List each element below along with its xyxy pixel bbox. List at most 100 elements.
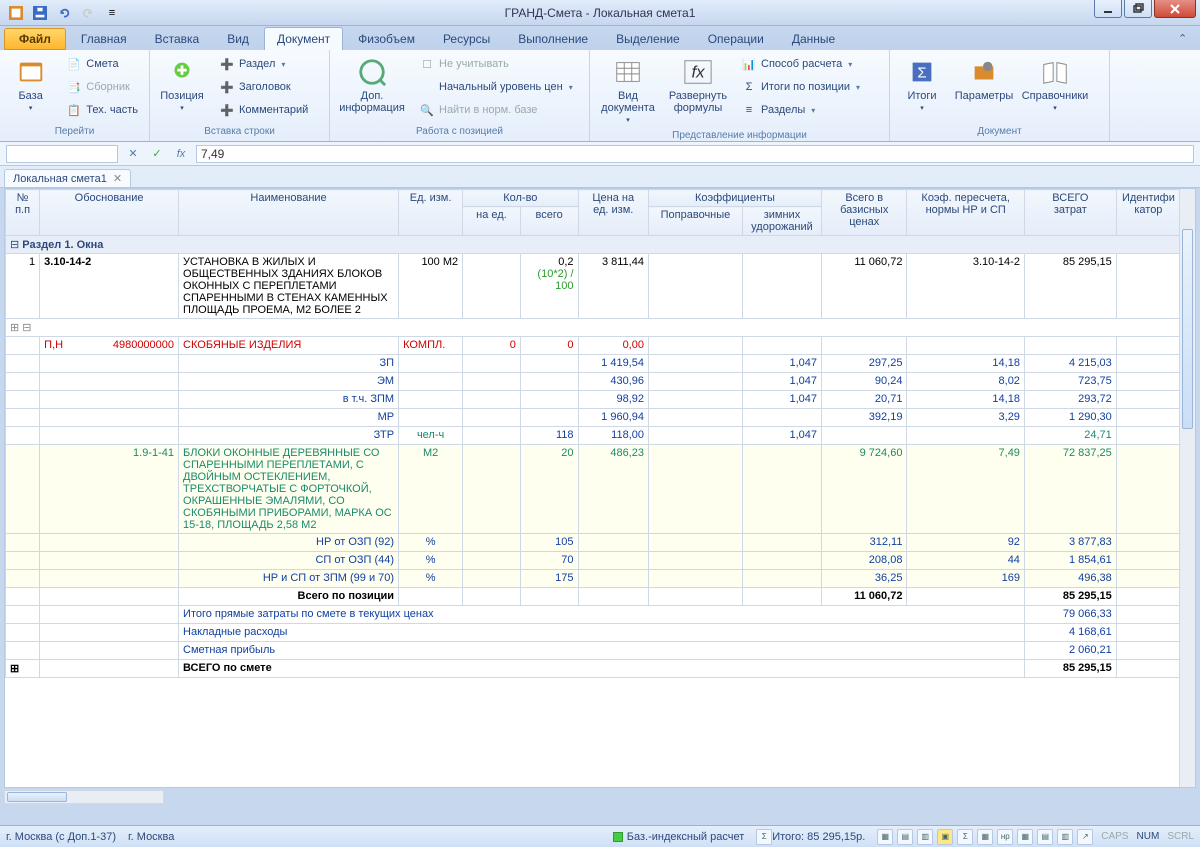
undo-icon[interactable] [54,3,74,23]
status-icon[interactable]: ▦ [977,829,993,845]
cancel-formula-icon[interactable]: ✕ [124,145,142,163]
document-tab[interactable]: Локальная смета1 ✕ [4,169,131,187]
tab-operations[interactable]: Операции [695,27,777,50]
table-row[interactable]: Всего по позиции11 060,7285 295,15 [6,588,1181,606]
accept-formula-icon[interactable]: ✓ [148,145,166,163]
expand-row[interactable]: ⊞ ⊟ [6,319,1181,337]
group-label: Документ [890,126,1109,141]
formula-input[interactable]: 7,49 [196,145,1194,163]
status-icon[interactable]: ▤ [1037,829,1053,845]
status-icon[interactable]: ▥ [917,829,933,845]
status-icon[interactable]: ▥ [1057,829,1073,845]
window-buttons [1094,0,1196,18]
grid-header: № п.п Обоснование Наименование Ед. изм. … [6,190,1181,236]
ribbon-group-insertrow: Позиция▾ ➕Раздел ➕Заголовок ➕Комментарий… [150,50,330,141]
table-row[interactable]: ЭМ430,961,04790,248,02723,75 [6,373,1181,391]
section-row[interactable]: Раздел 1. Окна [6,236,1181,254]
quick-access-toolbar: ≡ [0,3,122,23]
close-button[interactable] [1154,0,1196,18]
num-indicator: NUM [1137,831,1160,842]
minimize-button[interactable] [1094,0,1122,18]
name-box[interactable] [6,145,118,163]
ribbon-tabs: Файл Главная Вставка Вид Документ Физобъ… [0,26,1200,50]
collection-button[interactable]: 📑Сборник [61,76,143,98]
table-row[interactable]: Итого прямые затраты по смете в текущих … [6,606,1181,624]
table-row[interactable]: Накладные расходы4 168,61 [6,624,1181,642]
status-icon[interactable]: ↗ [1077,829,1093,845]
position-button[interactable]: Позиция▾ [156,53,208,115]
positiontotals-button[interactable]: ΣИтоги по позиции [736,76,865,98]
table-row[interactable]: 1 3.10-14-2 УСТАНОВКА В ЖИЛЫХ И ОБЩЕСТВЕ… [6,254,1181,319]
addinfo-button[interactable]: Доп. информация [336,53,408,117]
status-icon[interactable]: ▤ [897,829,913,845]
tab-resources[interactable]: Ресурсы [430,27,503,50]
horizontal-scrollbar[interactable] [4,790,164,804]
calcmethod-button[interactable]: 📊Способ расчета [736,53,865,75]
tab-physvolume[interactable]: Физобъем [345,27,428,50]
table-row[interactable]: П,Н4980000000 СКОБЯНЫЕ ИЗДЕЛИЯ КОМПЛ. 0 … [6,337,1181,355]
heading-button[interactable]: ➕Заголовок [214,76,313,98]
title-bar: ≡ ГРАНД-Смета - Локальная смета1 [0,0,1200,26]
base-button[interactable]: База▾ [6,53,55,115]
table-row[interactable]: СП от ОЗП (44)%70208,08441 854,61 [6,552,1181,570]
table-row[interactable]: 1.9-1-41 БЛОКИ ОКОННЫЕ ДЕРЕВЯННЫЕ СО СПА… [6,445,1181,534]
pricelevel-button[interactable]: Начальный уровень цен [414,76,578,98]
qat-customize-icon[interactable]: ≡ [102,3,122,23]
ribbon-toggle-icon[interactable]: ⌃ [1178,32,1192,46]
tab-selection[interactable]: Выделение [603,27,693,50]
ribbon-group-presentation: Вид документа▾ fxРазвернуть формулы 📊Спо… [590,50,890,141]
grid-wrapper: № п.п Обоснование Наименование Ед. изм. … [4,188,1196,788]
docview-button[interactable]: Вид документа▾ [596,53,660,127]
ribbon-group-navigate: База▾ 📄Смета 📑Сборник 📋Тех. часть Перейт… [0,50,150,141]
table-row[interactable]: ⊞ВСЕГО по смете85 295,15 [6,660,1181,678]
status-icon[interactable]: Σ [957,829,973,845]
redo-icon[interactable] [78,3,98,23]
estimate-grid[interactable]: № п.п Обоснование Наименование Ед. изм. … [5,189,1181,678]
section-button[interactable]: ➕Раздел [214,53,313,75]
tab-insert[interactable]: Вставка [142,27,213,50]
vertical-scrollbar[interactable] [1179,189,1195,787]
tab-file[interactable]: Файл [4,28,66,50]
table-row[interactable]: НР и СП от ЗПМ (99 и 70)%17536,25169496,… [6,570,1181,588]
params-button[interactable]: Параметры [954,53,1014,105]
table-row[interactable]: НР от ОЗП (92)%105312,11923 877,83 [6,534,1181,552]
table-row[interactable]: ЗП1 419,541,047297,2514,184 215,03 [6,355,1181,373]
table-row[interactable]: ЗТРчел-ч118118,001,04724,71 [6,427,1181,445]
references-button[interactable]: Справочники▾ [1020,53,1090,115]
table-row[interactable]: в т.ч. ЗПМ98,921,04720,7114,18293,72 [6,391,1181,409]
status-icon[interactable]: ▦ [877,829,893,845]
calc-mode-label[interactable]: Баз.-индексный расчет [627,831,744,843]
findnorm-button[interactable]: 🔍Найти в норм. базе [414,99,578,121]
table-row[interactable]: МР1 960,94392,193,291 290,30 [6,409,1181,427]
tab-execution[interactable]: Выполнение [505,27,601,50]
estimate-button[interactable]: 📄Смета [61,53,143,75]
status-icons: ▦ ▤ ▥ ▣ Σ ▦ нр ▦ ▤ ▥ ↗ [877,829,1093,845]
save-icon[interactable] [30,3,50,23]
tab-view[interactable]: Вид [214,27,262,50]
svg-text:Σ: Σ [917,65,926,82]
status-icon[interactable]: ▦ [1017,829,1033,845]
maximize-button[interactable] [1124,0,1152,18]
hscroll-row [0,788,1200,806]
comment-button[interactable]: ➕Комментарий [214,99,313,121]
grand-total: Итого: 85 295,15р. [772,831,865,843]
table-row[interactable]: Сметная прибыль2 060,21 [6,642,1181,660]
group-label: Вставка строки [150,126,329,141]
sections-button[interactable]: ≡Разделы [736,99,865,121]
totals-button[interactable]: ΣИтоги▾ [896,53,948,115]
ribbon: База▾ 📄Смета 📑Сборник 📋Тех. часть Перейт… [0,50,1200,142]
fx-icon[interactable]: fx [172,145,190,163]
tab-home[interactable]: Главная [68,27,140,50]
tab-data[interactable]: Данные [779,27,848,50]
sigma-icon: Σ [756,829,772,845]
document-tabs: Локальная смета1 ✕ [0,166,1200,188]
ignore-button[interactable]: ☐Не учитывать [414,53,578,75]
close-doc-icon[interactable]: ✕ [113,172,122,185]
status-icon[interactable]: нр [997,829,1013,845]
techpart-button[interactable]: 📋Тех. часть [61,99,143,121]
tab-document[interactable]: Документ [264,27,343,50]
app-icon[interactable] [6,3,26,23]
status-icon[interactable]: ▣ [937,829,953,845]
expandformulas-button[interactable]: fxРазвернуть формулы [666,53,730,117]
formula-bar: ✕ ✓ fx 7,49 [0,142,1200,166]
